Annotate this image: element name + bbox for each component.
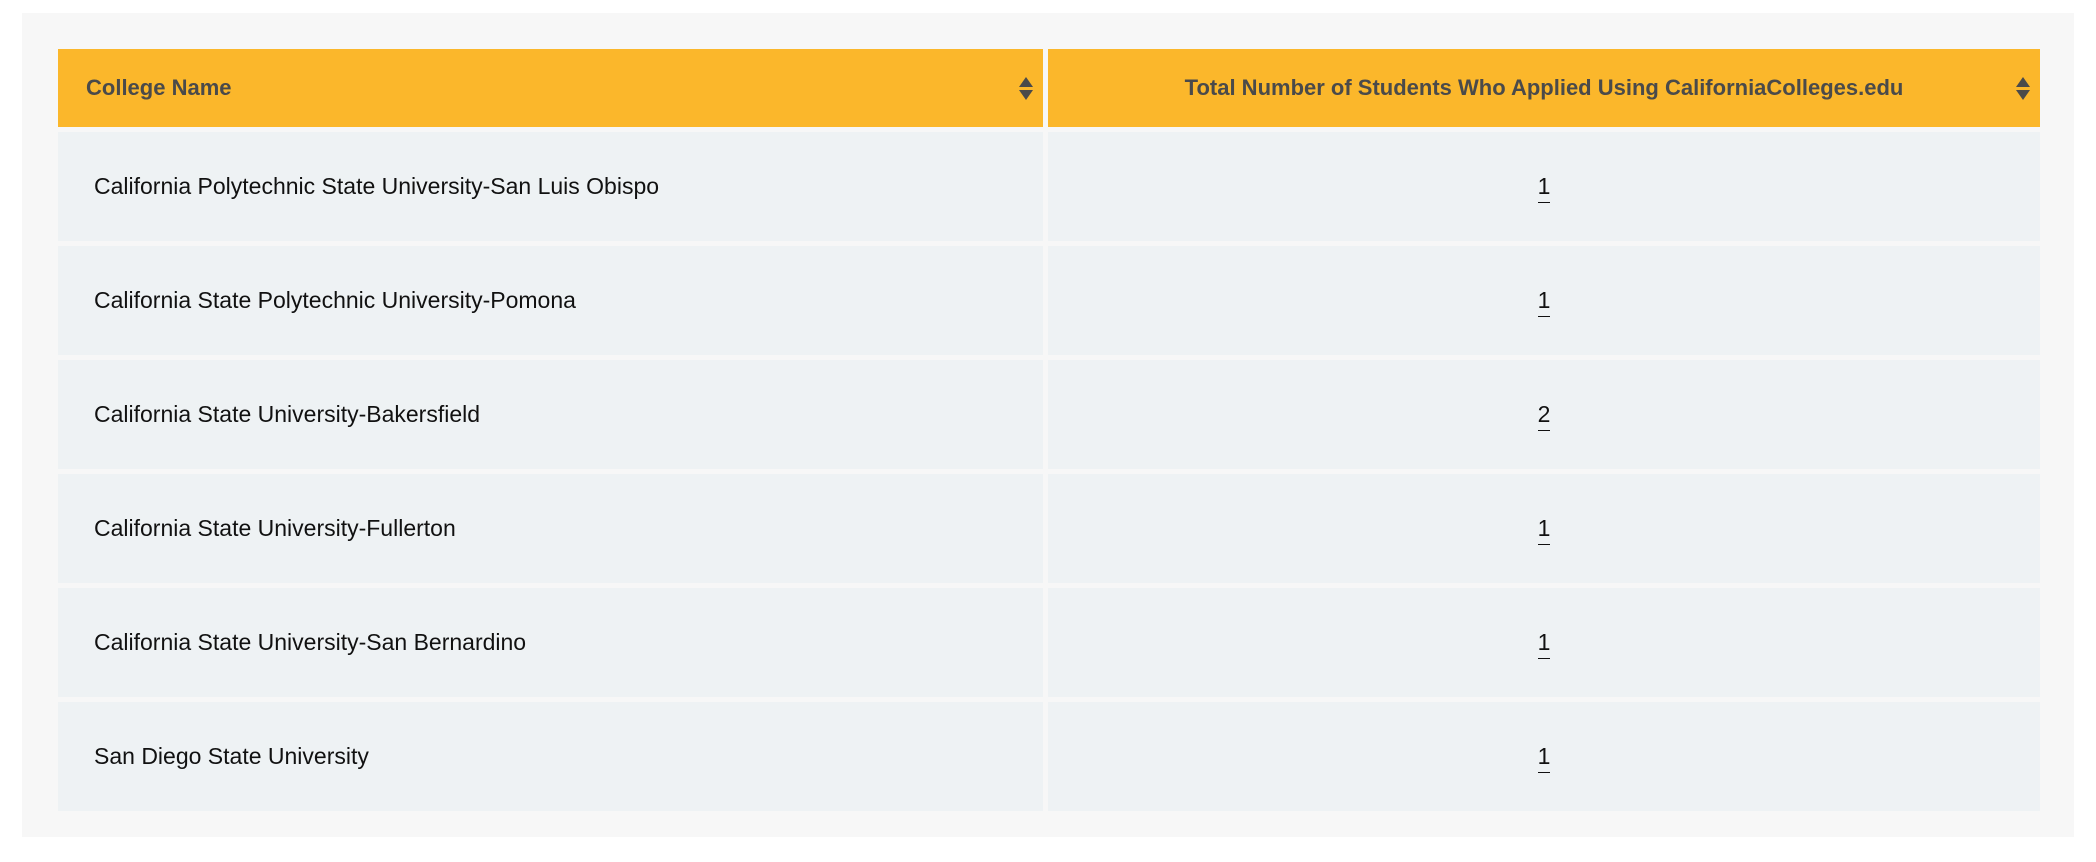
table-row: California State University-San Bernardi… <box>58 588 2040 697</box>
count-link[interactable]: 1 <box>1537 515 1551 545</box>
table-row: San Diego State University 1 <box>58 702 2040 811</box>
count-cell: 1 <box>1048 474 2040 583</box>
table-row: California State Polytechnic University-… <box>58 246 2040 355</box>
college-name-cell: San Diego State University <box>58 702 1043 811</box>
count-cell: 1 <box>1048 702 2040 811</box>
college-name-cell: California State Polytechnic University-… <box>58 246 1043 355</box>
table-row: California State University-Fullerton 1 <box>58 474 2040 583</box>
count-link[interactable]: 1 <box>1537 173 1551 203</box>
sort-icon[interactable] <box>1019 75 1033 101</box>
count-cell: 1 <box>1048 588 2040 697</box>
count-link[interactable]: 1 <box>1537 287 1551 317</box>
table-body: California Polytechnic State University-… <box>58 132 2040 811</box>
colleges-table: College Name Total Number of Students Wh… <box>53 44 2045 816</box>
college-name-cell: California Polytechnic State University-… <box>58 132 1043 241</box>
count-link[interactable]: 2 <box>1537 401 1551 431</box>
header-row: College Name Total Number of Students Wh… <box>58 49 2040 127</box>
college-name-column-header[interactable]: College Name <box>58 49 1043 127</box>
total-applied-column-header[interactable]: Total Number of Students Who Applied Usi… <box>1048 49 2040 127</box>
college-name-cell: California State University-San Bernardi… <box>58 588 1043 697</box>
sort-icon[interactable] <box>2016 75 2030 101</box>
total-applied-header-label: Total Number of Students Who Applied Usi… <box>1184 75 1904 100</box>
count-link[interactable]: 1 <box>1537 629 1551 659</box>
count-cell: 1 <box>1048 246 2040 355</box>
results-panel: College Name Total Number of Students Wh… <box>22 13 2074 837</box>
table-row: California State University-Bakersfield … <box>58 360 2040 469</box>
college-name-cell: California State University-Fullerton <box>58 474 1043 583</box>
college-name-cell: California State University-Bakersfield <box>58 360 1043 469</box>
count-cell: 1 <box>1048 132 2040 241</box>
table-row: California Polytechnic State University-… <box>58 132 2040 241</box>
college-name-header-label: College Name <box>86 75 232 100</box>
count-cell: 2 <box>1048 360 2040 469</box>
count-link[interactable]: 1 <box>1537 743 1551 773</box>
table-header: College Name Total Number of Students Wh… <box>58 49 2040 127</box>
